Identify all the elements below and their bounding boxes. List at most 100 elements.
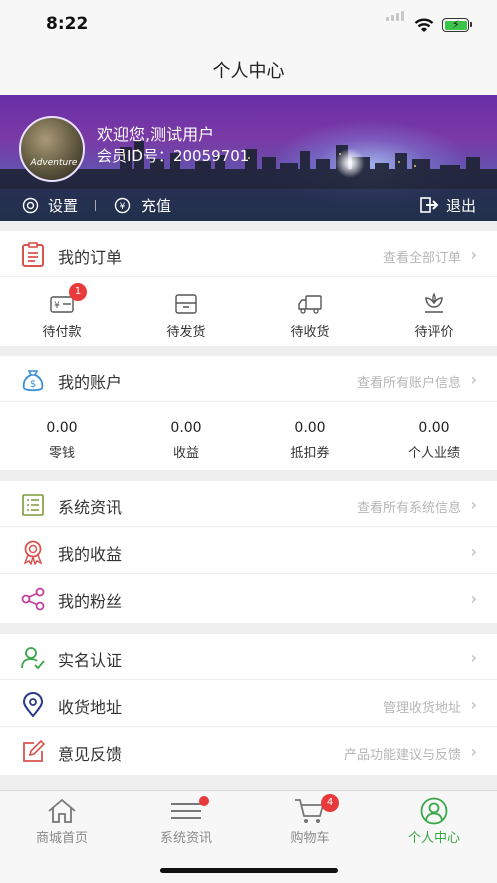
menu-label: 系统资讯 [58,498,123,517]
account-title: 我的账户 [58,373,123,392]
balance-value: 0.00 [46,420,78,436]
menu-group-1: 系统资讯 查看所有系统信息 › 我的收益 › 我的粉丝 › [0,481,497,623]
order-status-grid: ¥ 1 待付款 待发货 待收货 待评价 [0,278,497,346]
order-status-label: 待付款 [42,325,82,340]
balance-earnings[interactable]: 0.00 收益 [124,403,248,471]
balance-vouchers[interactable]: 0.00 抵扣券 [248,403,372,471]
chevron-right-icon: › [470,648,477,667]
chevron-right-icon: › [470,495,477,514]
order-pending-shipment[interactable]: 待发货 [124,278,248,346]
svg-text:¥: ¥ [120,202,126,212]
package-icon [175,294,197,314]
battery-icon: ⚡ [442,18,472,32]
truck-icon [298,295,322,314]
tab-label: 个人中心 [407,831,460,846]
recharge-button[interactable]: 充值 [141,195,171,216]
location-pin-icon [22,692,44,718]
home-icon [48,798,76,823]
order-status-label: 待收货 [290,325,330,340]
nav-bar: 个人中心 [0,50,497,95]
avatar-text: Adventure [30,158,78,168]
account-view-all[interactable]: 查看所有账户信息 [357,372,461,391]
order-list-icon [22,242,44,267]
orders-title: 我的订单 [58,248,123,267]
order-pending-receipt[interactable]: 待收货 [248,278,372,346]
balance-change[interactable]: 0.00 零钱 [0,403,124,471]
user-circle-icon [420,797,448,825]
tab-home[interactable]: 商城首页 [0,791,124,851]
balance-label: 抵扣券 [290,446,330,461]
tab-label: 系统资讯 [159,831,212,846]
status-bar: 8:22 ⚡ [0,0,497,50]
edit-icon [23,739,46,762]
svg-text:¥: ¥ [54,301,60,311]
home-indicator [160,868,338,873]
settings-button[interactable]: 设置 [48,195,78,216]
chevron-right-icon: › [470,589,477,608]
menu-label: 意见反馈 [58,745,123,764]
tab-label: 购物车 [290,831,330,846]
pending-payment-badge: 1 [69,283,87,301]
cart-count-badge: 4 [321,794,339,812]
tab-cart[interactable]: 4 购物车 [248,791,372,851]
balance-value: 0.00 [418,420,450,436]
menu-my-earnings[interactable]: 我的收益 › [0,528,497,574]
menu-label: 我的粉丝 [58,592,123,611]
balance-performance[interactable]: 0.00 个人业绩 [372,403,496,471]
balance-value: 0.00 [170,420,202,436]
menu-hint: 产品功能建议与反馈 [343,748,461,763]
tab-personal-center[interactable]: 个人中心 [372,791,496,851]
order-pending-review[interactable]: 待评价 [372,278,496,346]
status-time: 8:22 [46,14,89,34]
orders-view-all[interactable]: 查看全部订单 [383,247,461,266]
balance-label: 零钱 [48,446,75,461]
menu-hint: 查看所有系统信息 [356,501,461,516]
account-header[interactable]: $ 我的账户 查看所有账户信息 › [0,356,497,402]
news-list-icon [22,494,44,516]
logout-icon [420,197,439,213]
orders-header[interactable]: 我的订单 查看全部订单 › [0,231,497,277]
medal-icon [23,540,43,565]
menu-shipping-address[interactable]: 收货地址 管理收货地址 › [0,681,497,727]
tab-label: 商城首页 [35,831,88,846]
flower-icon [425,292,443,313]
balance-value: 0.00 [294,420,326,436]
recharge-icon: ¥ [114,197,131,214]
chevron-right-icon: › [470,370,477,389]
chevron-right-icon: › [470,245,477,264]
tab-system-news[interactable]: 系统资讯 [124,791,248,851]
avatar[interactable]: Adventure [19,116,85,182]
wifi-icon [414,18,434,32]
menu-my-fans[interactable]: 我的粉丝 › [0,575,497,621]
welcome-text: 欢迎您,测试用户 [97,125,215,144]
page-title: 个人中心 [212,61,285,82]
menu-label: 实名认证 [58,651,123,670]
balance-label: 个人业绩 [407,446,460,461]
profile-action-bar: 设置 ¥ 充值 退出 [0,189,497,221]
menu-real-name-verification[interactable]: 实名认证 › [0,634,497,680]
order-status-label: 待评价 [414,325,454,340]
member-id: 会员ID号：20059701 [97,147,250,165]
order-status-label: 待发货 [166,325,206,340]
menu-label: 收货地址 [58,698,123,717]
news-dot-badge [199,796,209,806]
divider [95,200,96,211]
settings-icon [22,197,39,214]
chevron-right-icon: › [470,695,477,714]
chevron-right-icon: › [470,542,477,561]
chevron-right-icon: › [470,742,477,761]
share-network-icon [21,587,45,611]
orders-card: 我的订单 查看全部订单 › ¥ 1 待付款 待发货 待收货 待评价 [0,231,497,346]
menu-label: 我的收益 [58,545,123,564]
menu-feedback[interactable]: 意见反馈 产品功能建议与反馈 › [0,728,497,774]
menu-system-news[interactable]: 系统资讯 查看所有系统信息 › [0,481,497,527]
menu-group-2: 实名认证 › 收货地址 管理收货地址 › 意见反馈 产品功能建议与反馈 › [0,634,497,775]
balance-label: 收益 [172,446,199,461]
account-card: $ 我的账户 查看所有账户信息 › 0.00 零钱 0.00 收益 0.00 抵… [0,356,497,470]
money-bag-icon: $ [22,370,44,392]
menu-lines-icon [171,803,201,819]
account-balance-grid: 0.00 零钱 0.00 收益 0.00 抵扣券 0.00 个人业绩 [0,403,497,471]
order-pending-payment[interactable]: ¥ 1 待付款 [0,278,124,346]
logout-button[interactable]: 退出 [446,195,476,216]
svg-text:$: $ [30,379,36,390]
